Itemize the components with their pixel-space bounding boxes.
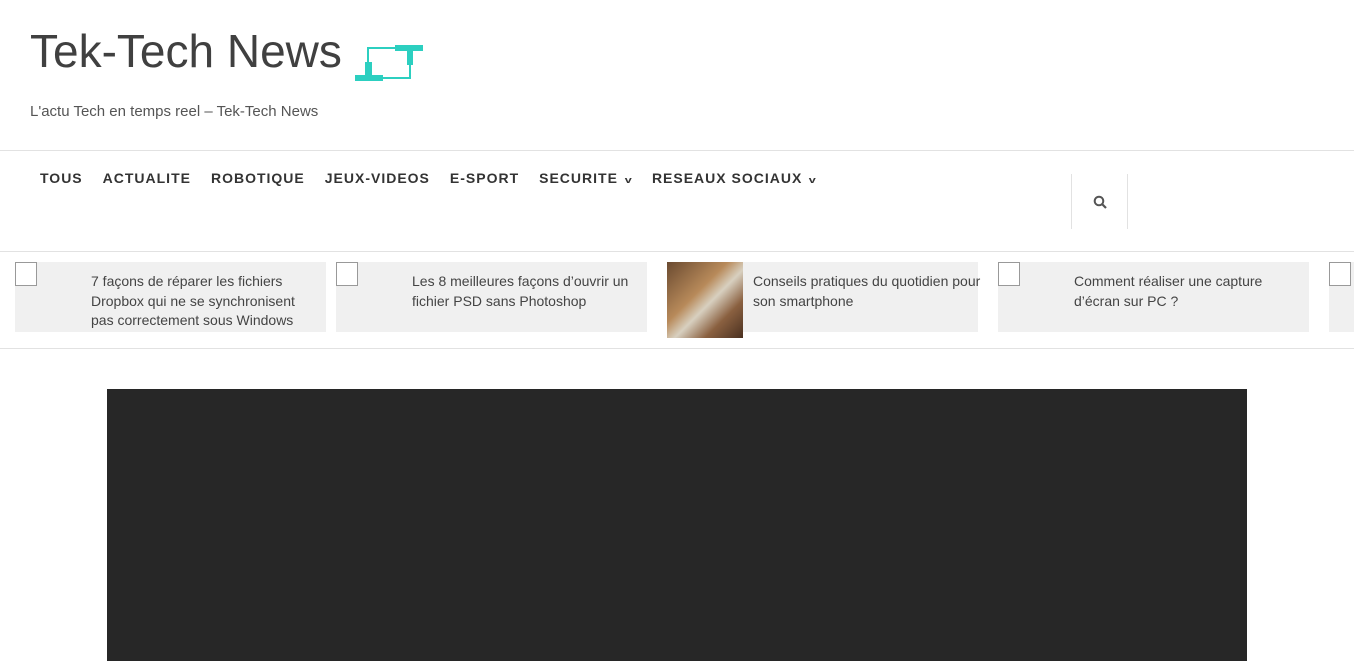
featured-video[interactable] bbox=[107, 389, 1247, 661]
nav-item-securite[interactable]: SECURITE v bbox=[539, 170, 632, 186]
nav-item-tous[interactable]: TOUS bbox=[40, 170, 83, 186]
divider bbox=[0, 251, 1354, 252]
nav-item-jeux-videos[interactable]: JEUX-VIDEOS bbox=[325, 170, 430, 186]
nav-item-actualite[interactable]: ACTUALITE bbox=[103, 170, 191, 186]
chevron-down-icon: v bbox=[624, 175, 634, 185]
ticker-title[interactable]: Comment réaliser une capture d’écran sur… bbox=[1074, 272, 1304, 311]
divider bbox=[0, 150, 1354, 151]
ticker-title[interactable]: 7 façons de réparer les fichiers Dropbox… bbox=[91, 272, 321, 331]
nav-item-robotique[interactable]: ROBOTIQUE bbox=[211, 170, 305, 186]
ticker-title[interactable]: Les 8 meilleures façons d’ouvrir un fich… bbox=[412, 272, 642, 311]
ticker-item[interactable]: Comment réaliser une capture d’écran sur… bbox=[998, 262, 1309, 332]
site-title[interactable]: Tek-Tech News bbox=[30, 24, 342, 78]
search-button[interactable] bbox=[1071, 174, 1128, 229]
nav-label: RESEAUX SOCIAUX bbox=[651, 170, 803, 186]
ticker-item[interactable]: Les 8 meilleures façons d’ouvrir un fich… bbox=[336, 262, 647, 332]
ticker-item-partial[interactable] bbox=[1329, 262, 1354, 332]
nav-label: SECURITE bbox=[539, 170, 618, 186]
ticker-thumbnail[interactable] bbox=[667, 262, 743, 338]
chevron-down-icon: v bbox=[809, 175, 818, 185]
ticker-item[interactable]: 7 façons de réparer les fichiers Dropbox… bbox=[15, 262, 326, 332]
nav-item-reseaux-sociaux[interactable]: RESEAUX SOCIAUX v bbox=[652, 170, 816, 186]
divider bbox=[0, 348, 1354, 349]
ticker-title[interactable]: Conseils pratiques du quotidien pour son… bbox=[753, 272, 983, 311]
image-placeholder-icon bbox=[336, 262, 358, 286]
image-placeholder-icon bbox=[15, 262, 37, 286]
nav-item-e-sport[interactable]: E-SPORT bbox=[450, 170, 519, 186]
image-placeholder-icon bbox=[1329, 262, 1351, 286]
image-placeholder-icon bbox=[998, 262, 1020, 286]
site-logo-icon bbox=[355, 45, 423, 81]
search-icon bbox=[1093, 195, 1107, 209]
main-nav: TOUS ACTUALITE ROBOTIQUE JEUX-VIDEOS E-S… bbox=[40, 170, 816, 186]
site-tagline: L'actu Tech en temps reel – Tek-Tech New… bbox=[30, 103, 319, 120]
ticker-item[interactable]: Conseils pratiques du quotidien pour son… bbox=[667, 262, 980, 338]
